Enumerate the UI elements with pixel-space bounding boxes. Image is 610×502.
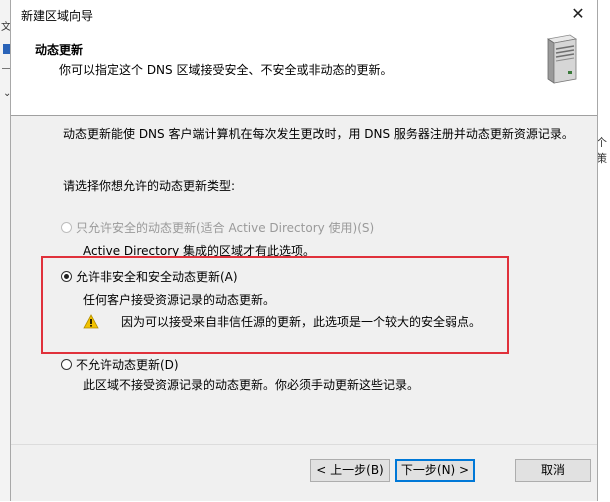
wizard-header: 动态更新 你可以指定这个 DNS 区域接受安全、不安全或非动态的更新。	[11, 30, 597, 116]
radio-label: 只允许安全的动态更新(适合 Active Directory 使用)(S)	[76, 220, 375, 235]
page-title: 动态更新	[35, 43, 84, 57]
next-button[interactable]: 下一步(N) >	[395, 459, 475, 482]
background-text-fragment: 个策	[596, 136, 607, 165]
window-title: 新建区域向导	[21, 9, 94, 23]
warning-row: 因为可以接受来自非信任源的更新，此选项是一个较大的安全弱点。	[83, 313, 481, 330]
option-description: 任何客户接受资源记录的动态更新。	[83, 293, 276, 307]
radio-no-dynamic-updates[interactable]: 不允许动态更新(D)	[61, 355, 179, 373]
new-zone-wizard-dialog: 新建区域向导 ✕ 动态更新 你可以指定这个 DNS 区域接受安全、不安全或非动态…	[10, 0, 598, 501]
background-app-right: 个策	[596, 0, 610, 501]
title-bar: 新建区域向导 ✕	[11, 0, 597, 30]
close-button[interactable]: ✕	[567, 4, 589, 24]
description-text: 动态更新能使 DNS 客户端计算机在每次发生更改时，用 DNS 服务器注册并动态…	[63, 127, 574, 141]
warning-text: 因为可以接受来自非信任源的更新，此选项是一个较大的安全弱点。	[121, 315, 482, 329]
radio-label: 允许非安全和安全动态更新(A)	[76, 269, 238, 284]
button-bar	[11, 444, 597, 502]
radio-label: 不允许动态更新(D)	[76, 357, 179, 372]
prompt-text: 请选择你想允许的动态更新类型:	[63, 179, 236, 193]
option-description: 此区域不接受资源记录的动态更新。你必须手动更新这些记录。	[83, 378, 420, 392]
radio-circle[interactable]	[61, 358, 72, 370]
radio-secure-only[interactable]: 只允许安全的动态更新(适合 Active Directory 使用)(S)	[61, 218, 374, 236]
cancel-button[interactable]: 取消	[515, 459, 591, 482]
background-divider-fragment	[2, 68, 10, 75]
page-subtitle: 你可以指定这个 DNS 区域接受安全、不安全或非动态的更新。	[59, 63, 393, 77]
radio-circle[interactable]	[61, 270, 72, 282]
radio-circle[interactable]	[61, 221, 72, 233]
warning-icon	[83, 314, 99, 329]
back-button[interactable]: < 上一步(B)	[310, 459, 390, 482]
server-icon	[546, 34, 578, 84]
radio-nonsecure-and-secure[interactable]: 允许非安全和安全动态更新(A)	[61, 267, 238, 285]
